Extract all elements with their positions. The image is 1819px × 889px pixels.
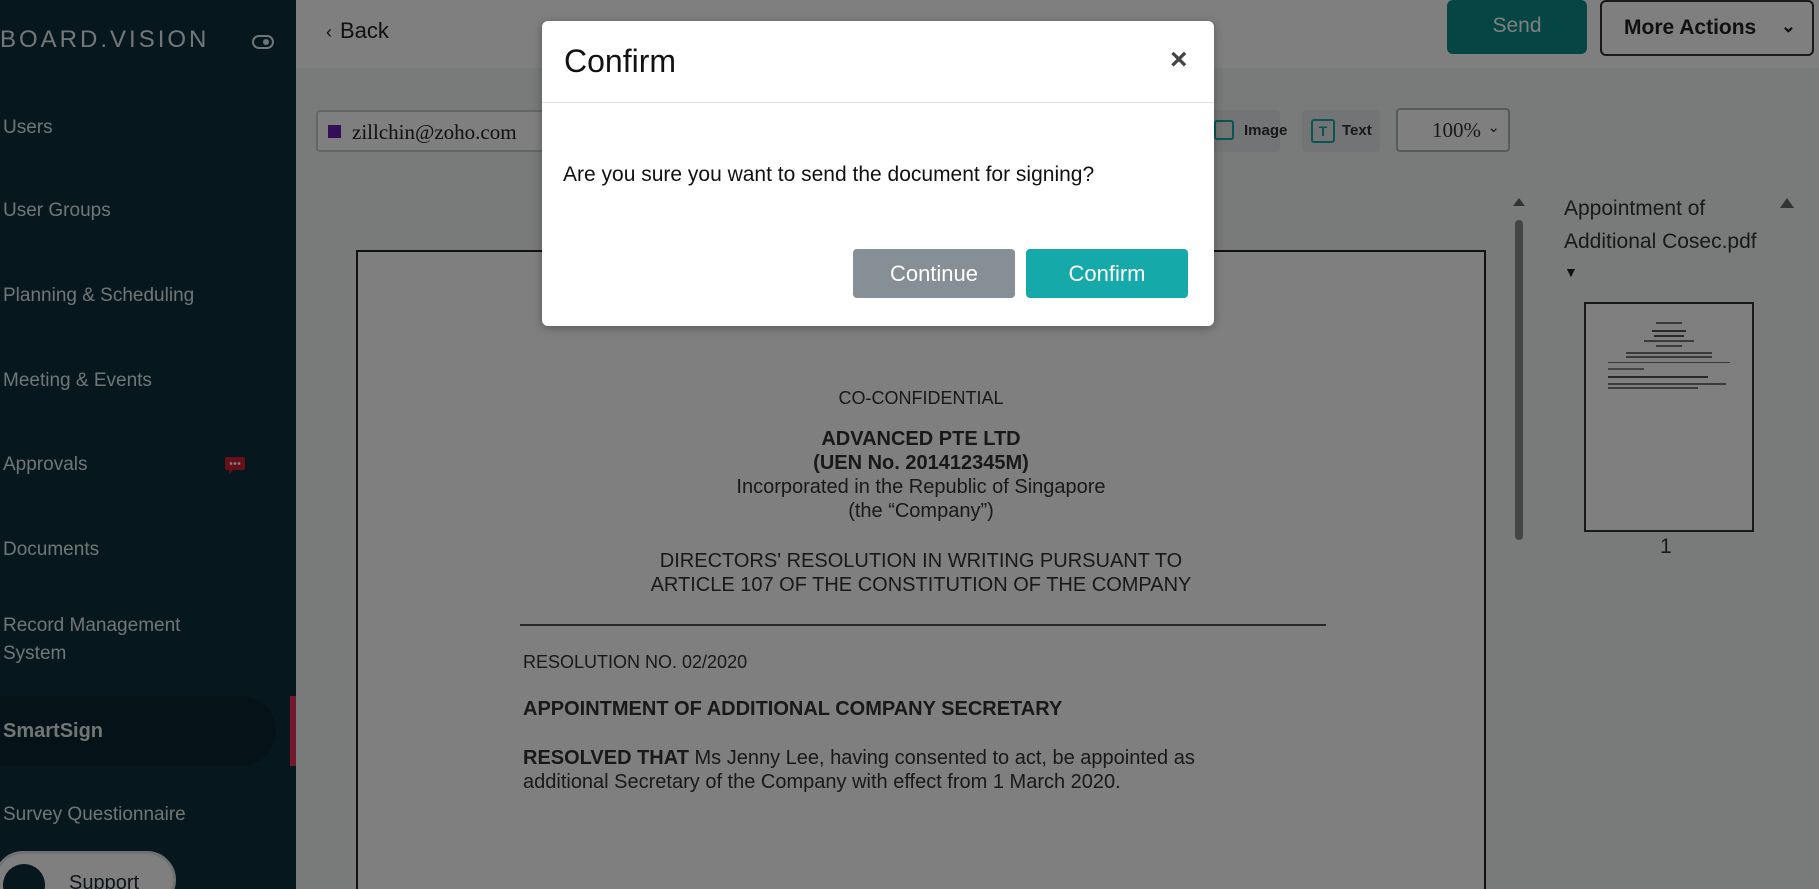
smartsign-app: BOARD.VISION Users User Groups Planning …	[0, 0, 1819, 889]
dialog-message: Are you sure you want to send the docume…	[563, 163, 1095, 186]
dialog-title: Confirm	[564, 43, 677, 79]
close-icon[interactable]: ×	[1170, 45, 1188, 75]
confirm-dialog: Confirm × Are you sure you want to send …	[542, 21, 1214, 326]
confirm-button[interactable]: Confirm	[1026, 249, 1188, 298]
continue-button[interactable]: Continue	[853, 249, 1015, 298]
dialog-divider	[542, 102, 1214, 103]
